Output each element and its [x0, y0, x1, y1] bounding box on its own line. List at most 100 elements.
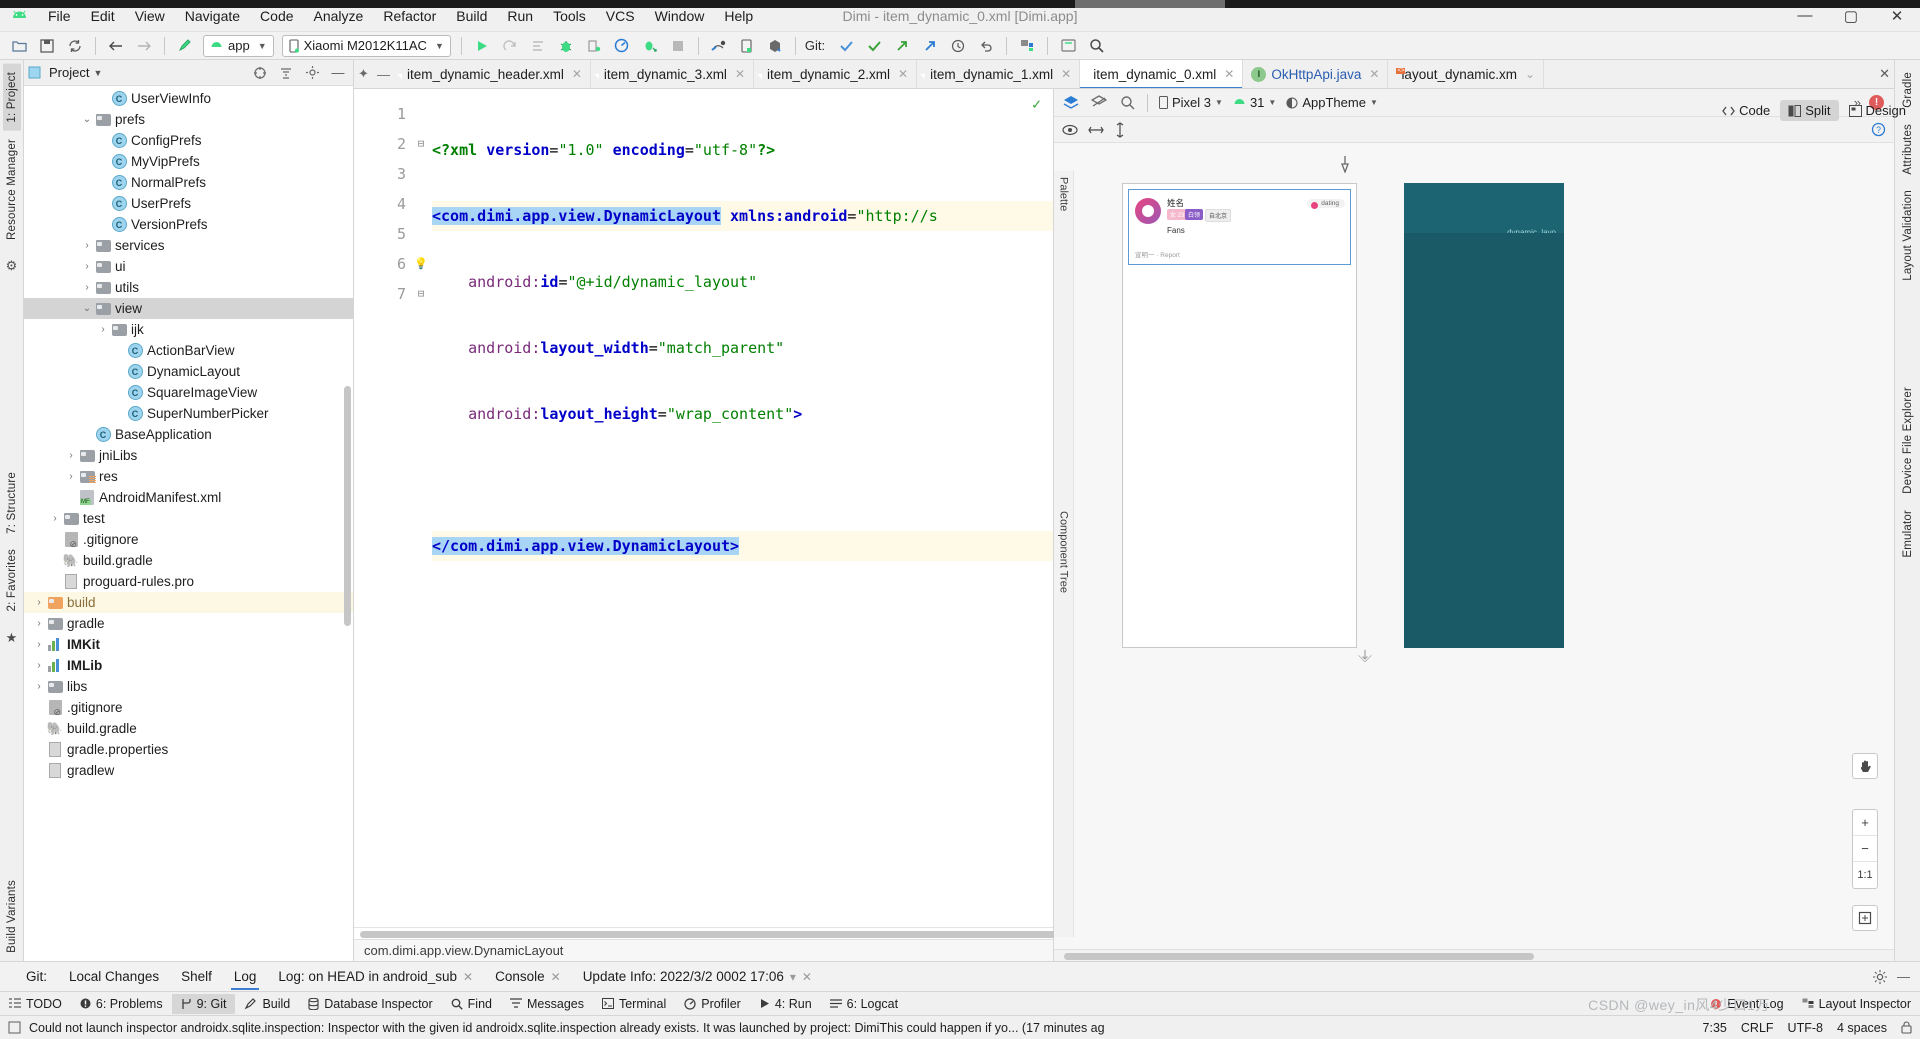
chevron-right-icon[interactable]: ›: [48, 513, 62, 524]
tree-row-configprefs[interactable]: C ConfigPrefs: [24, 130, 353, 151]
caret-position[interactable]: 7:35: [1703, 1021, 1727, 1035]
sidebar-item-build-variants[interactable]: Build Variants: [3, 872, 21, 961]
tree-row-userviewinfo[interactable]: C UserViewInfo: [24, 88, 353, 109]
close-icon[interactable]: ✕: [802, 970, 812, 984]
tree-row-proguard-rules-pro[interactable]: proguard-rules.pro: [24, 571, 353, 592]
view-mode-split[interactable]: Split: [1780, 100, 1839, 121]
git-tab-log-on-head-in-android-sub[interactable]: Log: on HEAD in android_sub ✕: [267, 963, 484, 990]
tree-row-androidmanifest-xml[interactable]: MF AndroidManifest.xml: [24, 487, 353, 508]
tree-row-view[interactable]: ⌄ view: [24, 298, 353, 319]
chevron-right-icon[interactable]: ›: [80, 240, 94, 251]
zoom-to-fit-icon[interactable]: [1852, 905, 1878, 931]
view-mode-code[interactable]: Code: [1714, 100, 1778, 121]
line-separator[interactable]: CRLF: [1741, 1021, 1774, 1035]
sidebar-item-device-file-explorer[interactable]: Device File Explorer: [1899, 379, 1917, 502]
git-history-icon[interactable]: [917, 34, 943, 58]
rerun-icon[interactable]: [497, 34, 523, 58]
tool-window-terminal[interactable]: Terminal: [593, 994, 675, 1014]
chevron-right-icon[interactable]: ›: [80, 261, 94, 272]
eye-icon[interactable]: [1062, 124, 1078, 136]
chevron-right-icon[interactable]: ›: [32, 681, 46, 692]
tree-scrollbar[interactable]: [344, 386, 351, 626]
apply-changes-icon[interactable]: [637, 34, 663, 58]
device-selector[interactable]: Xiaomi M2012K11AC ▼: [281, 34, 451, 57]
editor-tab-okhttpapi-java[interactable]: I OkHttpApi.java ✕: [1243, 60, 1389, 88]
sidebar-item-project[interactable]: 1: Project: [2, 64, 21, 131]
hide-panel-icon[interactable]: —: [1897, 969, 1910, 984]
view-mode-design[interactable]: Design: [1841, 100, 1914, 121]
hide-panel-icon[interactable]: —: [327, 63, 349, 83]
pin-preview-icon[interactable]: [1339, 155, 1351, 173]
tool-window-build[interactable]: Build: [235, 994, 299, 1014]
code-folding-column[interactable]: ⊟ 💡 ⊟: [414, 89, 428, 927]
fold-marker-end-icon[interactable]: ⊟: [414, 279, 428, 309]
git-tab-log[interactable]: Log: [223, 963, 268, 990]
avd-manager-icon[interactable]: [734, 34, 760, 58]
profiler-icon[interactable]: [609, 34, 635, 58]
chevron-right-icon[interactable]: ›: [80, 282, 94, 293]
tree-row-versionprefs[interactable]: C VersionPrefs: [24, 214, 353, 235]
tool-window-profiler[interactable]: Profiler: [675, 994, 750, 1014]
save-all-icon[interactable]: [34, 34, 60, 58]
layout-inspector-icon[interactable]: [1014, 34, 1040, 58]
attach-debugger-icon[interactable]: [581, 34, 607, 58]
code-text[interactable]: <?xml version="1.0" encoding="utf-8"?> <…: [428, 89, 1053, 927]
sync-icon[interactable]: [62, 34, 88, 58]
git-revert-icon[interactable]: [973, 34, 999, 58]
chevron-right-icon[interactable]: ›: [32, 639, 46, 650]
tool-window-database-inspector[interactable]: Database Inspector: [299, 994, 441, 1014]
tree-row-squareimageview[interactable]: C SquareImageView: [24, 382, 353, 403]
hide-tabs-icon[interactable]: —: [377, 67, 390, 82]
tree-row-imkit[interactable]: › IMKit: [24, 634, 353, 655]
editor-tab-item-dynamic-1-xml[interactable]: item_dynamic_1.xml ✕: [917, 60, 1081, 88]
code-scroll-region[interactable]: 1 2 3 4 5 6 7 ⊟ 💡 ⊟ <?xml version="1.0" encodi…: [354, 89, 1053, 927]
run-config-icon[interactable]: [525, 34, 551, 58]
run-icon[interactable]: [469, 34, 495, 58]
design-surface-icon[interactable]: [1058, 91, 1084, 115]
component-tree-label[interactable]: Component Tree: [1058, 511, 1070, 593]
theme-selector[interactable]: AppTheme ▼: [1282, 93, 1382, 112]
tree-row-build-gradle[interactable]: 🐘 build.gradle: [24, 550, 353, 571]
api-level-selector[interactable]: 31 ▼: [1229, 93, 1280, 112]
tree-row-myvipprefs[interactable]: C MyVipPrefs: [24, 151, 353, 172]
tree-row-imlib[interactable]: › IMLib: [24, 655, 353, 676]
pin-tab-icon[interactable]: ✦: [358, 66, 369, 82]
chevron-right-icon[interactable]: ›: [64, 450, 78, 461]
project-structure-icon[interactable]: [1055, 34, 1081, 58]
sidebar-item-emulator[interactable]: Emulator: [1899, 502, 1917, 566]
editor-tabs-list-icon[interactable]: ✕: [1879, 66, 1890, 82]
notification-icon[interactable]: [8, 1021, 21, 1034]
gear-icon[interactable]: [1873, 969, 1887, 984]
tree-row-userprefs[interactable]: C UserPrefs: [24, 193, 353, 214]
chevron-right-icon[interactable]: ›: [32, 597, 46, 608]
tree-row-jnilibs[interactable]: › jniLibs: [24, 445, 353, 466]
git-tab-shelf[interactable]: Shelf: [170, 963, 223, 990]
tool-window-6-logcat[interactable]: 6: Logcat: [821, 994, 907, 1014]
tool-window-todo[interactable]: TODO: [0, 994, 71, 1014]
code-horizontal-scrollbar[interactable]: [354, 927, 1120, 939]
tree-row-ui[interactable]: › ui: [24, 256, 353, 277]
resize-handle[interactable]: ⇲: [1355, 646, 1374, 665]
device-explorer-icon[interactable]: [762, 34, 788, 58]
device-preview-frame[interactable]: 姓名 女 23 白领 自北京 Fans dating 宣明一 · Report: [1122, 183, 1357, 648]
git-commit-icon[interactable]: [861, 34, 887, 58]
tool-window-messages[interactable]: Messages: [501, 994, 593, 1014]
tree-row-res[interactable]: › res: [24, 466, 353, 487]
close-icon[interactable]: ✕: [1224, 67, 1234, 81]
horizontal-constraint-icon[interactable]: [1088, 124, 1104, 136]
device-preview-selector[interactable]: Pixel 3 ▼: [1155, 93, 1227, 112]
tree-row-actionbarview[interactable]: C ActionBarView: [24, 340, 353, 361]
indent-setting[interactable]: 4 spaces: [1837, 1021, 1887, 1035]
tree-row-dynamiclayout[interactable]: C DynamicLayout: [24, 361, 353, 382]
sidebar-item-resource-manager[interactable]: Resource Manager: [3, 131, 21, 248]
search-everywhere-icon[interactable]: [1083, 34, 1109, 58]
sidebar-item-attributes[interactable]: Attributes: [1899, 116, 1917, 183]
tree-row-supernumberpicker[interactable]: C SuperNumberPicker: [24, 403, 353, 424]
chevron-down-icon[interactable]: ⌄: [80, 303, 94, 314]
tree-row-utils[interactable]: › utils: [24, 277, 353, 298]
git-tab-console[interactable]: Console ✕: [484, 963, 572, 990]
chevron-down-icon[interactable]: ⌄: [80, 114, 94, 125]
tree-row-gradle-properties[interactable]: gradle.properties: [24, 739, 353, 760]
tree-row-normalprefs[interactable]: C NormalPrefs: [24, 172, 353, 193]
tree-row-build[interactable]: › build: [24, 592, 353, 613]
